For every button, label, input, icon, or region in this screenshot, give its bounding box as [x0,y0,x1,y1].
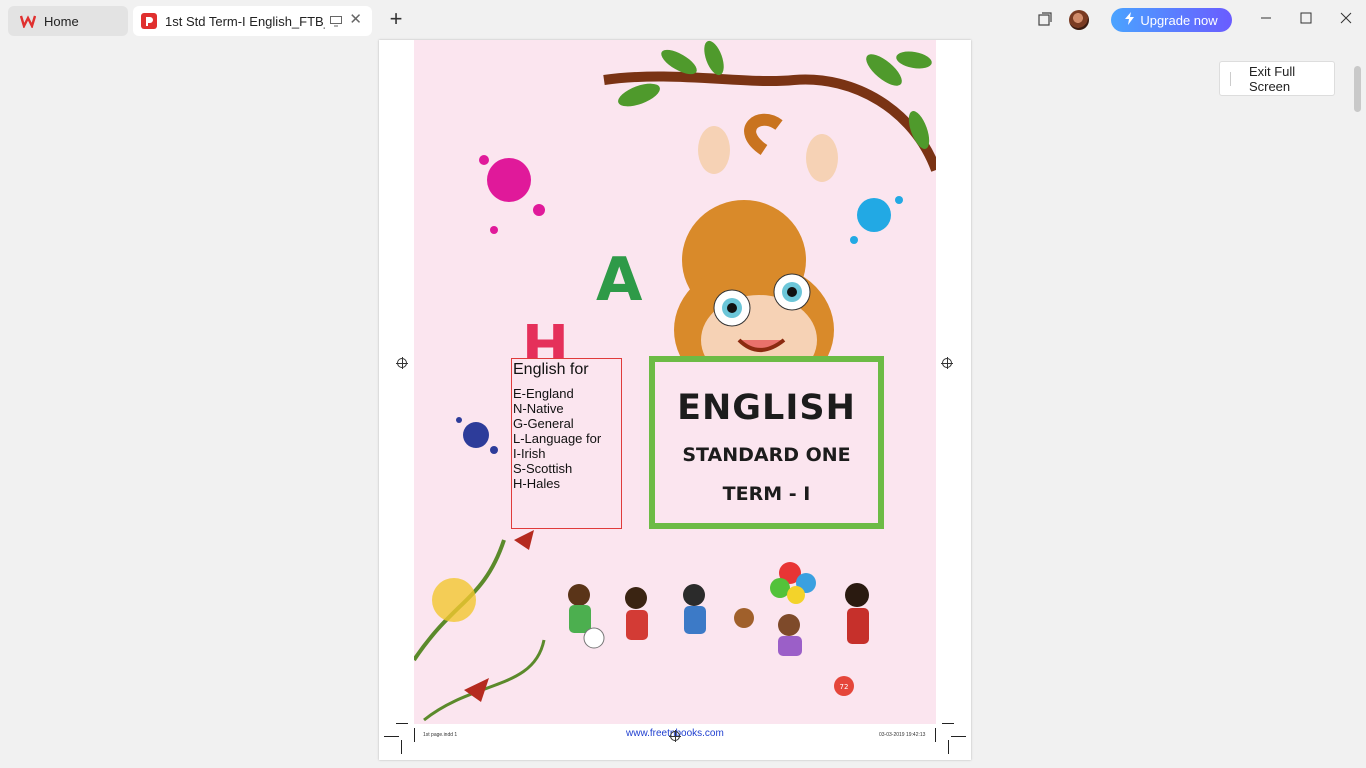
close-tab-icon[interactable]: ✕ [349,12,362,27]
lightning-icon [1125,12,1135,28]
tab-home-label: Home [44,13,79,29]
title-bar: Home 1st Std Term-I English_FTB_V22 ✕ + … [0,0,1366,40]
registration-mark-icon [396,357,408,369]
upgrade-label: Upgrade now [1140,12,1218,28]
svg-text:A: A [596,245,643,315]
exit-fullscreen-label: Exit Full Screen [1248,63,1296,94]
divider [1230,71,1231,86]
acronym-line: E-England [513,386,574,401]
close-window-icon[interactable] [1336,10,1356,30]
acronym-line: G-General [513,416,574,431]
cover-title: ENGLISH [677,388,856,428]
pdf-icon [141,13,157,29]
registration-mark-icon [669,730,681,742]
new-tab-button[interactable]: + [386,8,406,31]
acronym-line: S-Scottish [513,461,573,476]
crop-mark [401,740,402,754]
acronym-line: H-Hales [513,476,560,491]
book-cover: A H 72 English for E-England N-Native G-… [414,40,936,724]
acronym-line: I-Irish [513,446,546,461]
tab-document[interactable]: 1st Std Term-I English_FTB_V22 ✕ [133,6,372,36]
window-layout-icon[interactable] [1038,12,1052,31]
cover-term: TERM - I [722,483,811,505]
maximize-icon[interactable] [1296,10,1316,30]
exit-fullscreen-button[interactable]: Exit Full Screen [1219,61,1335,96]
registration-mark-icon [941,357,953,369]
document-page[interactable]: A H 72 English for E-England N-Native G-… [379,40,971,760]
cover-title-board: ENGLISH STANDARD ONE TERM - I [649,356,884,529]
crop-mark [935,728,936,742]
acronym-heading: English for [513,361,589,378]
crop-mark [948,740,949,754]
minimize-icon[interactable] [1256,10,1276,30]
crop-mark [942,723,954,724]
avatar[interactable] [1069,10,1089,30]
acronym-line: L-Language for [513,431,602,446]
tab-document-label: 1st Std Term-I English_FTB_V22 [165,13,325,29]
crop-mark [414,728,415,742]
crop-mark [396,723,408,724]
crop-mark [384,736,399,737]
tab-home[interactable]: Home [8,6,128,36]
footer-left-text: 1st page.indd 1 [423,732,458,738]
page-footer: 1st page.indd 1 www.freetnbooks.com 03-0… [379,724,971,760]
footer-right-text: 03-03-2019 19:42:13 [879,732,926,738]
monitor-icon[interactable] [330,15,342,30]
acronym-line: N-Native [513,401,564,416]
wps-logo-icon [20,13,36,29]
upgrade-button[interactable]: Upgrade now [1111,8,1232,32]
cover-standard: STANDARD ONE [682,444,851,466]
vertical-scrollbar[interactable] [1354,66,1361,112]
crop-mark [951,736,966,737]
svg-text:72: 72 [840,683,849,691]
english-acronym-box: English for E-England N-Native G-General… [511,358,622,529]
